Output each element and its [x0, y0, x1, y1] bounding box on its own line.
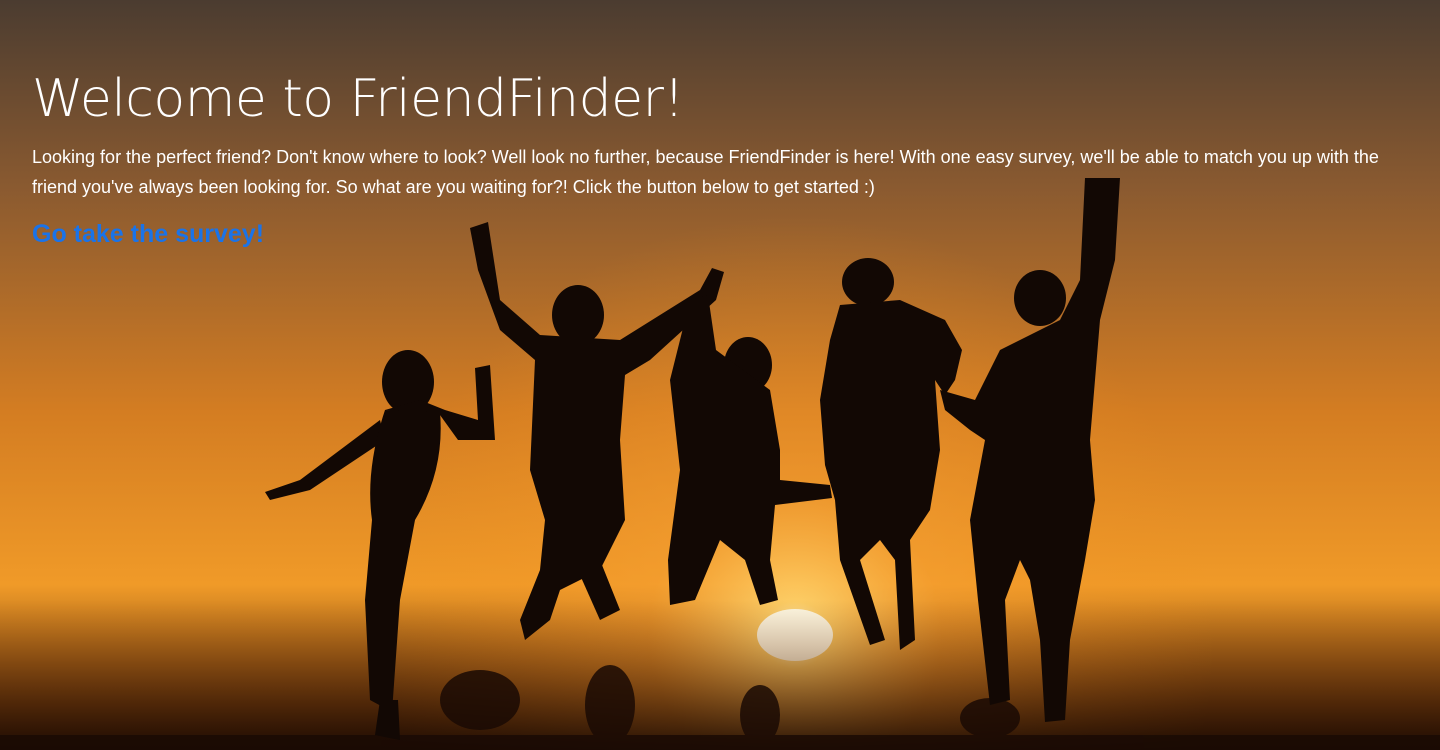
intro-description: Looking for the perfect friend? Don't kn… — [32, 147, 1379, 197]
jumbotron: Welcome to FriendFinder! Looking for the… — [0, 0, 1440, 252]
page: Welcome to FriendFinder! Looking for the… — [0, 0, 1440, 750]
page-title: Welcome to FriendFinder! — [32, 69, 684, 129]
survey-link[interactable]: Go take the survey! — [32, 216, 264, 252]
